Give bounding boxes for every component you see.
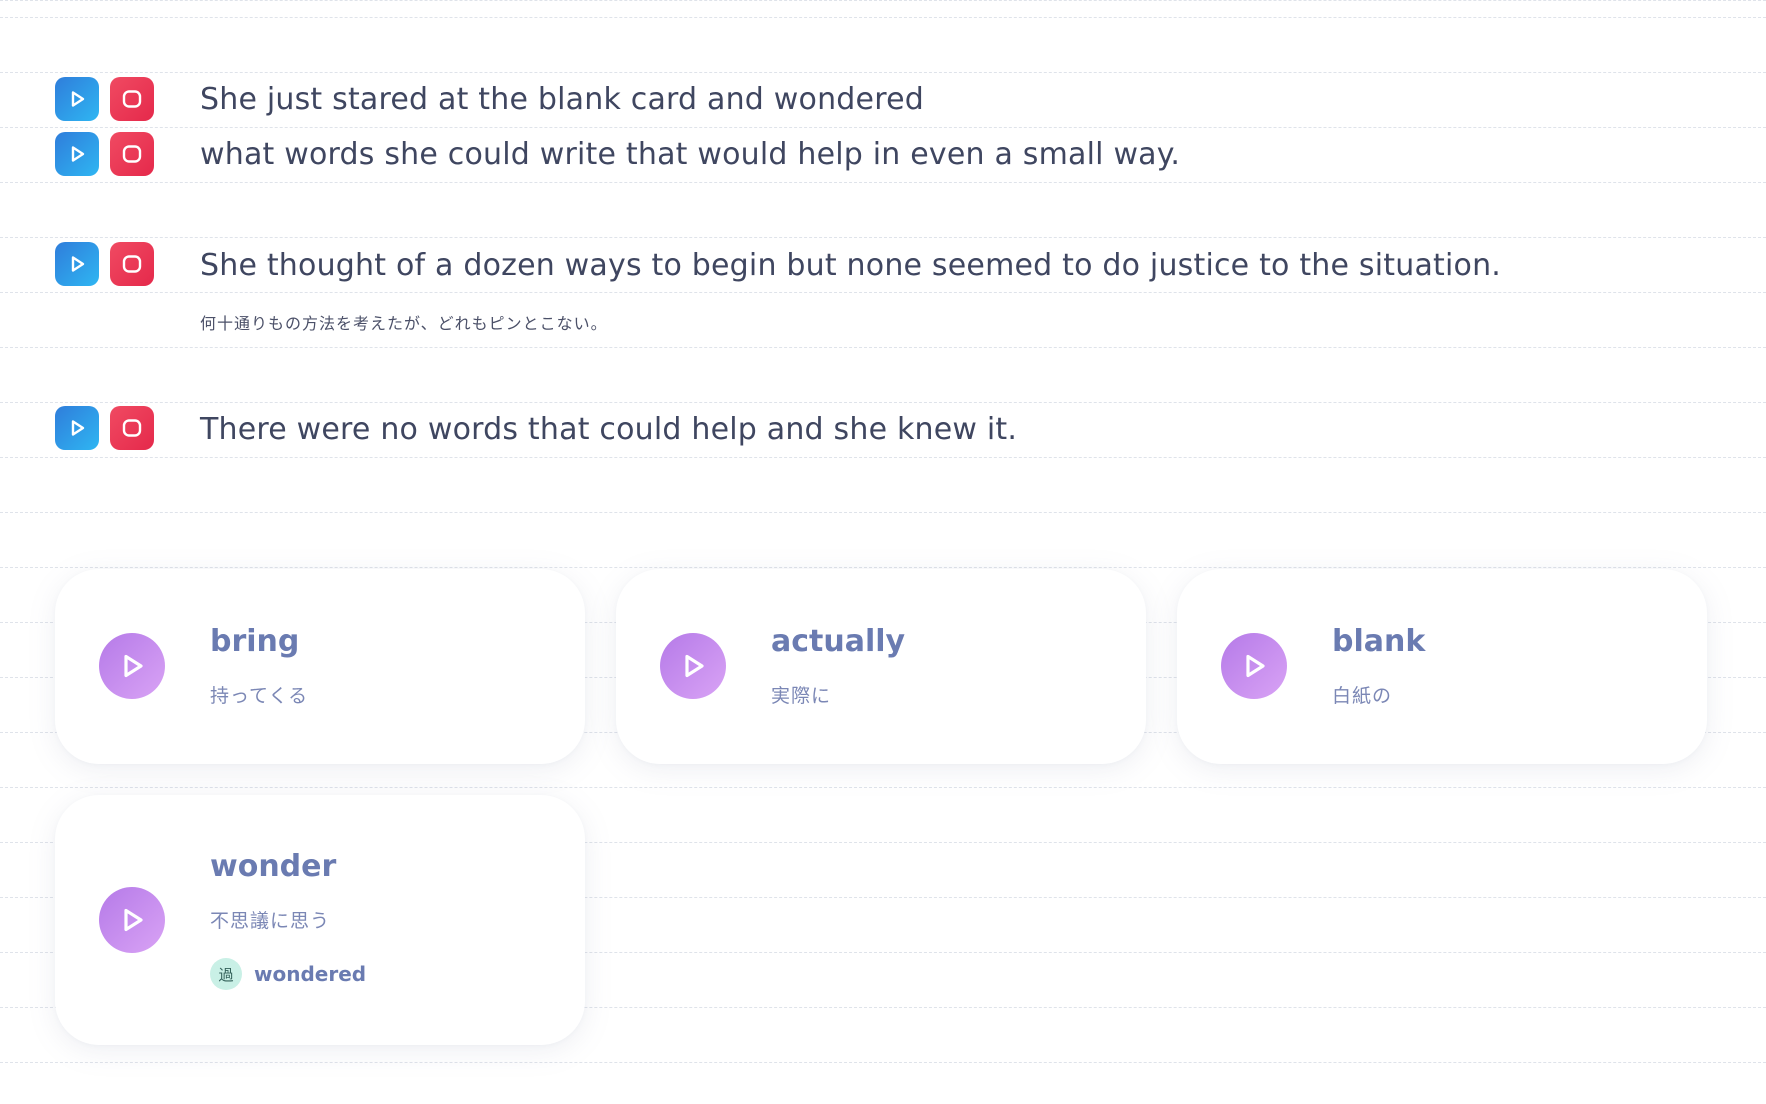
sentence-1-play-button[interactable] xyxy=(55,77,99,121)
record-icon xyxy=(122,90,142,108)
vocab-word: wonder xyxy=(210,849,337,884)
sentence-3-controls xyxy=(55,242,165,286)
vocab-play-button[interactable] xyxy=(99,887,165,953)
vocab-meaning: 不思議に思う xyxy=(210,910,331,932)
play-icon xyxy=(71,146,85,162)
play-icon xyxy=(124,908,143,932)
sentence-3-play-button[interactable] xyxy=(55,242,99,286)
play-icon xyxy=(71,420,85,436)
sentence-1-record-button[interactable] xyxy=(110,77,154,121)
sentence-4-controls xyxy=(55,406,165,450)
past-tense-form: wondered xyxy=(254,962,367,986)
sentence-4-play-button[interactable] xyxy=(55,406,99,450)
sentence-1-text: She just stared at the blank card and wo… xyxy=(200,82,924,117)
play-icon xyxy=(71,256,85,272)
play-icon xyxy=(71,91,85,107)
vocab-card-bring[interactable]: bring 持ってくる xyxy=(55,569,585,764)
sentence-3-record-button[interactable] xyxy=(110,242,154,286)
vocab-card-blank[interactable]: blank 白紙の xyxy=(1177,569,1707,764)
record-icon xyxy=(122,145,142,163)
vocab-word: blank xyxy=(1332,624,1426,659)
vocab-meaning: 持ってくる xyxy=(210,685,309,707)
record-icon xyxy=(122,419,142,437)
vocab-meaning: 実際に xyxy=(771,685,832,707)
sentence-2-text: what words she could write that would he… xyxy=(200,137,1181,172)
vocab-card-actually[interactable]: actually 実際に xyxy=(616,569,1146,764)
vocab-play-button[interactable] xyxy=(1221,633,1287,699)
vocab-meaning: 白紙の xyxy=(1332,685,1393,707)
play-icon xyxy=(685,654,704,678)
past-tense-tag: 過 wondered xyxy=(210,958,366,990)
vocab-word: actually xyxy=(771,624,906,659)
play-icon xyxy=(1246,654,1265,678)
vocab-play-button[interactable] xyxy=(660,633,726,699)
sentence-1-controls xyxy=(55,77,165,121)
sentence-4-record-button[interactable] xyxy=(110,406,154,450)
record-icon xyxy=(122,255,142,273)
vocab-play-button[interactable] xyxy=(99,633,165,699)
sentence-2-controls xyxy=(55,132,165,176)
sentence-2-record-button[interactable] xyxy=(110,132,154,176)
sentence-3-translation: 何十通りもの方法を考えたが、どれもピンとこない。 xyxy=(200,314,608,333)
vocab-word: bring xyxy=(210,624,300,659)
vocab-card-wonder[interactable]: wonder 不思議に思う 過 wondered xyxy=(55,795,585,1045)
sentence-4-text: There were no words that could help and … xyxy=(200,412,1018,447)
past-tense-badge: 過 xyxy=(210,958,242,990)
play-icon xyxy=(124,654,143,678)
sentence-2-play-button[interactable] xyxy=(55,132,99,176)
sentence-3-text: She thought of a dozen ways to begin but… xyxy=(200,248,1502,283)
